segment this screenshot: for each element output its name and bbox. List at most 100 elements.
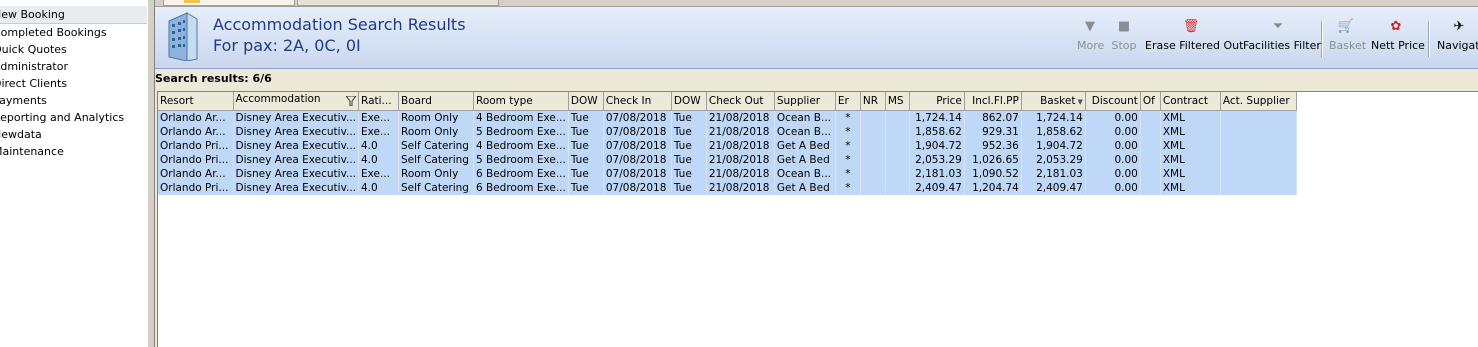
cell-price: 2,053.29	[909, 153, 965, 167]
cell-ms	[885, 110, 910, 125]
cell-board: Room Only	[398, 110, 474, 125]
nav-item-quick-quotes[interactable]: Quick Quotes	[0, 41, 147, 58]
table-row[interactable]: Orlando Pri... Disney Area Executiv... 4.0…	[158, 139, 1297, 153]
cell-supplier: Ocean B...	[774, 125, 836, 139]
table-row[interactable]: Orlando Pri... Disney Area Executiv... 4.0…	[158, 181, 1297, 195]
cell-incl-fl-pp: 929.31	[964, 125, 1022, 139]
navigate-icon: ✈	[1453, 19, 1465, 34]
cell-nr	[860, 110, 886, 125]
cell-rating: 4.0	[358, 139, 399, 153]
cell-contract: XML	[1160, 167, 1221, 181]
cell-ms	[885, 125, 910, 139]
results-table: Resort Accommodation Rati... Board Room type…	[158, 92, 1297, 195]
column-header-discount[interactable]: Discount	[1085, 92, 1141, 111]
column-header-basket[interactable]: Basket ▼	[1021, 92, 1086, 111]
facilities-filter-button[interactable]: ⏷ Facilities Filter	[1243, 18, 1321, 64]
erase-filtered-out-button[interactable]: 🗑 Erase Filtered Out	[1145, 18, 1243, 64]
navigate-button[interactable]: ✈ Navigate	[1437, 18, 1478, 64]
cell-er: *	[835, 153, 861, 167]
column-header-accommodation[interactable]: Accommodation	[233, 92, 359, 111]
more-button[interactable]: ▼ More	[1077, 18, 1104, 64]
results-grid[interactable]: Resort Accommodation Rati... Board Room type…	[157, 91, 1478, 347]
cell-ms	[885, 181, 910, 195]
cell-contract: XML	[1160, 139, 1221, 153]
nav-item-reporting-analytics[interactable]: Reporting and Analytics	[0, 109, 147, 126]
cell-ms	[885, 139, 910, 153]
column-header-dow-in[interactable]: DOW	[568, 92, 604, 111]
panel-splitter[interactable]	[147, 0, 155, 347]
cell-accommodation: Disney Area Executiv...	[233, 167, 359, 181]
cell-dow-out: Tue	[671, 181, 707, 195]
nav-item-payments[interactable]: Payments	[0, 92, 147, 109]
table-row[interactable]: Orlando Ar... Disney Area Executiv... Exe.…	[158, 125, 1297, 139]
toolbar-separator	[1321, 21, 1323, 57]
cell-accommodation: Disney Area Executiv...	[233, 139, 359, 153]
cell-dow-out: Tue	[671, 125, 707, 139]
cell-dow-out: Tue	[671, 139, 707, 153]
column-header-board[interactable]: Board	[398, 92, 474, 111]
column-header-of[interactable]: Of	[1140, 92, 1161, 111]
cell-discount: 0.00	[1085, 139, 1141, 153]
nav-item-completed-bookings[interactable]: Completed Bookings	[0, 24, 147, 41]
cell-accommodation: Disney Area Executiv...	[233, 125, 359, 139]
column-header-nr[interactable]: NR	[860, 92, 886, 111]
cell-resort: Orlando Ar...	[158, 110, 234, 125]
column-header-incl-fl-pp[interactable]: Incl.Fl.PP	[964, 92, 1022, 111]
filter-icon[interactable]	[344, 95, 358, 109]
cell-ms	[885, 167, 910, 181]
cell-nr	[860, 125, 886, 139]
search-results-count: Search results: 6/6	[155, 72, 272, 85]
stop-button[interactable]: ■ Stop	[1111, 18, 1137, 64]
basket-icon: 🛒	[1337, 19, 1355, 34]
cell-nr	[860, 181, 886, 195]
column-header-ms[interactable]: MS	[885, 92, 910, 111]
cell-basket: 2,181.03	[1021, 167, 1086, 181]
column-header-dow-out[interactable]: DOW	[671, 92, 707, 111]
table-row[interactable]: Orlando Ar... Disney Area Executiv... Exe.…	[158, 110, 1297, 125]
column-header-check-in[interactable]: Check In	[603, 92, 672, 111]
cell-act-supplier	[1220, 139, 1297, 153]
column-header-room-type[interactable]: Room type	[473, 92, 569, 111]
column-header-contract[interactable]: Contract	[1160, 92, 1221, 111]
cell-accommodation: Disney Area Executiv...	[233, 110, 359, 125]
basket-button[interactable]: 🛒 Basket	[1329, 18, 1366, 64]
cell-act-supplier	[1220, 125, 1297, 139]
cell-act-supplier	[1220, 167, 1297, 181]
tab-secondary[interactable]	[297, 0, 499, 6]
cell-ms	[885, 153, 910, 167]
toolbar-separator	[1428, 21, 1430, 57]
column-header-er[interactable]: Er	[835, 92, 861, 111]
column-header-resort[interactable]: Resort	[158, 92, 234, 111]
main-panel: Accommodation Search Results For pax: 2A…	[155, 0, 1478, 347]
nav-item-administrator[interactable]: Administrator	[0, 58, 147, 75]
cell-board: Self Catering	[398, 139, 474, 153]
nav-item-direct-clients[interactable]: Direct Clients	[0, 75, 147, 92]
left-navigation-panel: New Booking Completed Bookings Quick Quo…	[0, 0, 148, 347]
cell-of	[1140, 110, 1161, 125]
nav-item-maintenance[interactable]: Maintenance	[0, 143, 147, 160]
cell-check-in: 07/08/2018	[603, 153, 672, 167]
cell-board: Room Only	[398, 167, 474, 181]
cell-dow-in: Tue	[568, 181, 604, 195]
cell-dow-out: Tue	[671, 167, 707, 181]
column-header-act-supplier[interactable]: Act. Supplier	[1220, 92, 1297, 111]
column-header-rating[interactable]: Rati...	[358, 92, 399, 111]
nav-item-new-booking[interactable]: New Booking	[0, 6, 147, 24]
tab-search-results[interactable]	[163, 0, 295, 6]
cell-discount: 0.00	[1085, 181, 1141, 195]
table-row[interactable]: Orlando Pri... Disney Area Executiv... 4.0…	[158, 153, 1297, 167]
cell-price: 2,181.03	[909, 167, 965, 181]
cell-of	[1140, 125, 1161, 139]
column-header-supplier[interactable]: Supplier	[774, 92, 836, 111]
cell-act-supplier	[1220, 153, 1297, 167]
results-header: Accommodation Search Results For pax: 2A…	[155, 7, 1478, 69]
column-header-price[interactable]: Price	[909, 92, 965, 111]
cell-dow-in: Tue	[568, 167, 604, 181]
nett-price-button[interactable]: ✿ Nett Price	[1371, 18, 1425, 64]
cell-of	[1140, 153, 1161, 167]
column-header-check-out[interactable]: Check Out	[706, 92, 775, 111]
cell-room-type: 4 Bedroom Exe...	[473, 110, 569, 125]
table-row[interactable]: Orlando Ar... Disney Area Executiv... Exe.…	[158, 167, 1297, 181]
nav-item-newdata[interactable]: Newdata	[0, 126, 147, 143]
cell-rating: 4.0	[358, 153, 399, 167]
